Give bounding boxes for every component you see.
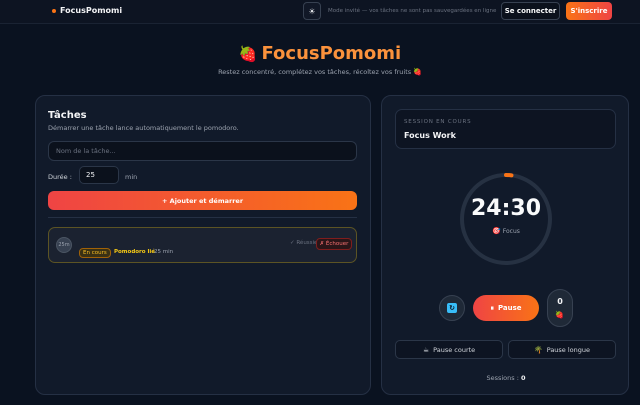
hero-title-text: FocusPomomi xyxy=(261,43,402,64)
task-complete-button[interactable]: ✓ Réussie xyxy=(290,240,317,246)
task-fail-button[interactable]: ✗ Échouer xyxy=(316,238,352,250)
task-item[interactable]: 25m En cours Pomodoro lié 25 min ✓ Réuss… xyxy=(48,227,357,263)
sessions-label: Sessions : xyxy=(486,374,519,382)
strawberry-icon: 🍓 xyxy=(413,68,422,76)
reset-button[interactable]: ↻ xyxy=(439,295,465,321)
sessions-counter: Sessions : 0 xyxy=(382,374,630,382)
tasks-title: Tâches xyxy=(48,110,87,121)
coffee-icon: ☕ xyxy=(422,345,430,354)
short-break-button[interactable]: ☕ Pause courte xyxy=(395,340,503,359)
theme-toggle-button[interactable]: ☀ xyxy=(303,2,321,20)
session-panel: SESSION EN COURS Focus Work 24:30 🎯 Focu… xyxy=(381,95,629,395)
signup-button[interactable]: S'inscrire xyxy=(566,2,612,20)
timer-mode: 🎯 Focus xyxy=(458,227,554,235)
top-bar: FocusPomomi ☀ Mode invité — vos tâches n… xyxy=(0,0,640,24)
task-status-badge: En cours xyxy=(79,248,111,258)
strawberry-icon: 🍓 xyxy=(238,45,258,63)
short-break-label: Pause courte xyxy=(433,345,476,354)
task-name-input[interactable] xyxy=(48,141,357,161)
fruit-count: 0 xyxy=(557,297,563,306)
login-button[interactable]: Se connecter xyxy=(501,2,560,20)
long-break-button[interactable]: 🌴 Pause longue xyxy=(508,340,616,359)
tasks-subtitle: Démarrer une tâche lance automatiquement… xyxy=(48,124,239,132)
strawberry-icon: 🍓 xyxy=(555,311,564,319)
hero-subtitle: Restez concentré, complétez vos tâches, … xyxy=(0,68,640,76)
tasks-panel: Tâches Démarrer une tâche lance automati… xyxy=(35,95,371,395)
task-name: Pomodoro lié xyxy=(114,249,155,255)
palm-tree-icon: 🌴 xyxy=(533,345,543,354)
timer-display: 24:30 xyxy=(470,196,542,221)
task-duration: 25 min xyxy=(154,249,174,255)
session-label: SESSION EN COURS xyxy=(404,119,472,125)
hero-subtitle-text: Restez concentré, complétez vos tâches, … xyxy=(218,68,412,76)
pause-button[interactable]: ⏸ Pause xyxy=(473,295,539,321)
sessions-value: 0 xyxy=(521,374,526,382)
duration-input[interactable] xyxy=(79,166,119,184)
fruit-counter: 0 🍓 xyxy=(547,289,573,327)
brand-name: FocusPomomi xyxy=(60,6,123,15)
sun-icon: ☀ xyxy=(308,6,316,16)
duration-unit: min xyxy=(125,173,138,181)
pause-label: Pause xyxy=(497,304,522,312)
session-name: Focus Work xyxy=(404,131,456,140)
duration-label: Durée : xyxy=(48,173,72,181)
brand[interactable]: FocusPomomi xyxy=(52,6,122,15)
reset-icon: ↻ xyxy=(447,303,457,313)
current-session-box: SESSION EN COURS Focus Work xyxy=(395,109,616,149)
target-icon: 🎯 xyxy=(492,227,501,235)
add-and-start-button[interactable]: + Ajouter et démarrer xyxy=(48,191,357,210)
hero-title: 🍓 FocusPomomi xyxy=(0,43,640,64)
brand-dot-icon xyxy=(52,8,56,13)
task-duration-avatar: 25m xyxy=(56,237,72,253)
divider xyxy=(48,217,357,218)
pause-icon: ⏸ xyxy=(490,303,494,312)
guest-mode-note: Mode invité — vos tâches ne sont pas sau… xyxy=(328,8,497,14)
timer-mode-label: Focus xyxy=(502,228,520,235)
long-break-label: Pause longue xyxy=(546,345,591,354)
